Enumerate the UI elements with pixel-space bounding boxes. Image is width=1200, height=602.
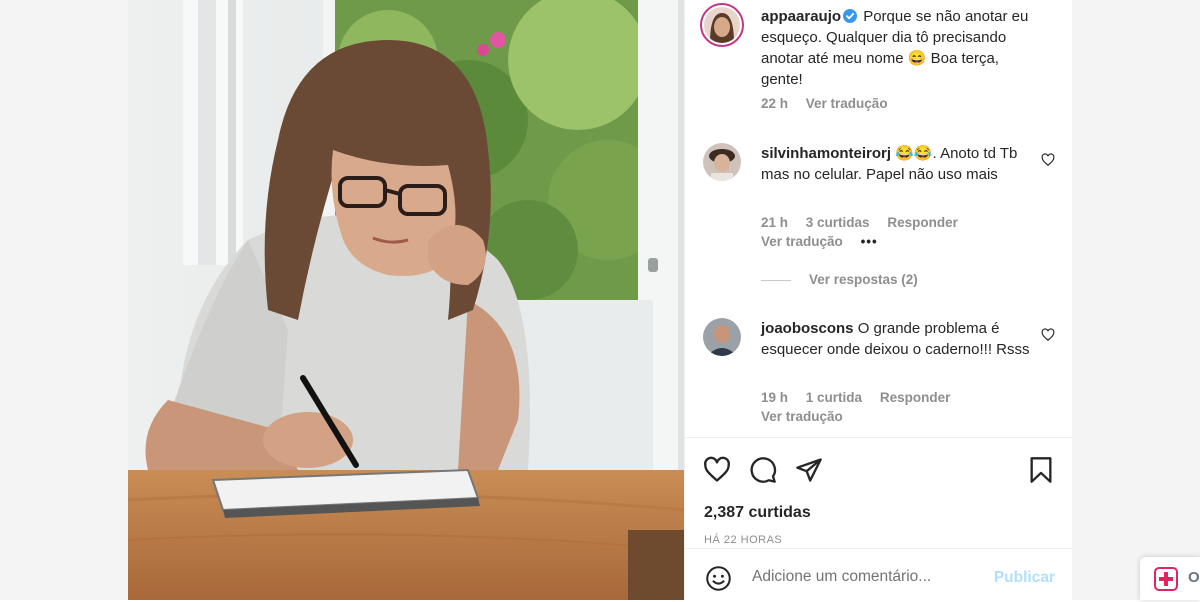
comment-likes[interactable]: 1 curtida xyxy=(806,390,862,405)
comment-form: Publicar xyxy=(685,548,1073,602)
comment-icon[interactable] xyxy=(749,456,777,484)
medical-cross-icon xyxy=(1154,567,1178,591)
comment-username[interactable]: joaoboscons xyxy=(761,320,854,337)
comment-item: joaoboscons O grande problema é esquecer… xyxy=(703,318,1055,428)
comment-input[interactable] xyxy=(750,567,984,587)
heart-small-icon[interactable] xyxy=(1041,328,1055,342)
commenter-avatar[interactable] xyxy=(703,318,741,356)
page-background-right xyxy=(1072,0,1200,600)
like-icon[interactable] xyxy=(703,456,731,484)
comment-likes[interactable]: 3 curtidas xyxy=(806,215,870,230)
extension-widget[interactable]: O xyxy=(1140,557,1200,600)
verified-icon xyxy=(843,9,858,23)
comment-meta-row2: Ver tradução xyxy=(761,409,857,424)
caption-username[interactable]: appaaraujo xyxy=(761,8,841,25)
comment-time[interactable]: 21 h xyxy=(761,215,788,230)
commenter-avatar[interactable] xyxy=(703,143,741,181)
author-avatar[interactable] xyxy=(700,3,744,47)
comment-username[interactable]: silvinhamonteirorj xyxy=(761,145,891,162)
comments-panel: appaaraujo Porque se não anotar eu esque… xyxy=(684,0,1073,600)
caption-time[interactable]: 22 h xyxy=(761,96,788,111)
save-icon[interactable] xyxy=(1027,456,1055,484)
view-replies-button[interactable]: Ver respostas (2) xyxy=(761,272,918,287)
comment-translate-link[interactable]: Ver tradução xyxy=(761,409,843,424)
comment-text-block: silvinhamonteirorj 😂😂. Anoto td Tb mas n… xyxy=(761,143,1031,185)
comment-item: silvinhamonteirorj 😂😂. Anoto td Tb mas n… xyxy=(703,143,1055,253)
post-photo[interactable] xyxy=(128,0,684,600)
comment-reply-button[interactable]: Responder xyxy=(887,215,958,230)
comment-translate-link[interactable]: Ver tradução xyxy=(761,234,843,249)
extension-label: O xyxy=(1188,569,1200,586)
publish-button[interactable]: Publicar xyxy=(994,569,1055,587)
view-replies-label: Ver respostas (2) xyxy=(809,272,918,287)
likes-count[interactable]: 2,387 curtidas xyxy=(704,504,811,522)
caption-translate-link[interactable]: Ver tradução xyxy=(806,96,888,111)
heart-small-icon[interactable] xyxy=(1041,153,1055,167)
comment-meta: 19 h 1 curtida Responder xyxy=(761,390,964,405)
post-actions-section: 2,387 curtidas HÁ 22 HORAS Publicar xyxy=(685,437,1073,601)
comment-meta: 21 h 3 curtidas Responder xyxy=(761,215,972,230)
post-timestamp: HÁ 22 HORAS xyxy=(704,534,783,546)
comment-text-block: joaoboscons O grande problema é esquecer… xyxy=(761,318,1031,360)
caption-text-block: appaaraujo Porque se não anotar eu esque… xyxy=(761,6,1031,90)
more-options-icon[interactable]: ••• xyxy=(861,234,878,249)
comment-time[interactable]: 19 h xyxy=(761,390,788,405)
replies-divider xyxy=(761,279,791,281)
page-background-left xyxy=(0,0,128,600)
caption-meta: 22 h Ver tradução xyxy=(761,96,902,111)
comment-meta-row2: Ver tradução ••• xyxy=(761,234,892,249)
emoji-icon[interactable] xyxy=(705,565,732,592)
post-caption: appaaraujo Porque se não anotar eu esque… xyxy=(700,3,1055,116)
share-icon[interactable] xyxy=(795,456,823,484)
post-modal: appaaraujo Porque se não anotar eu esque… xyxy=(128,0,1073,600)
comment-reply-button[interactable]: Responder xyxy=(880,390,951,405)
